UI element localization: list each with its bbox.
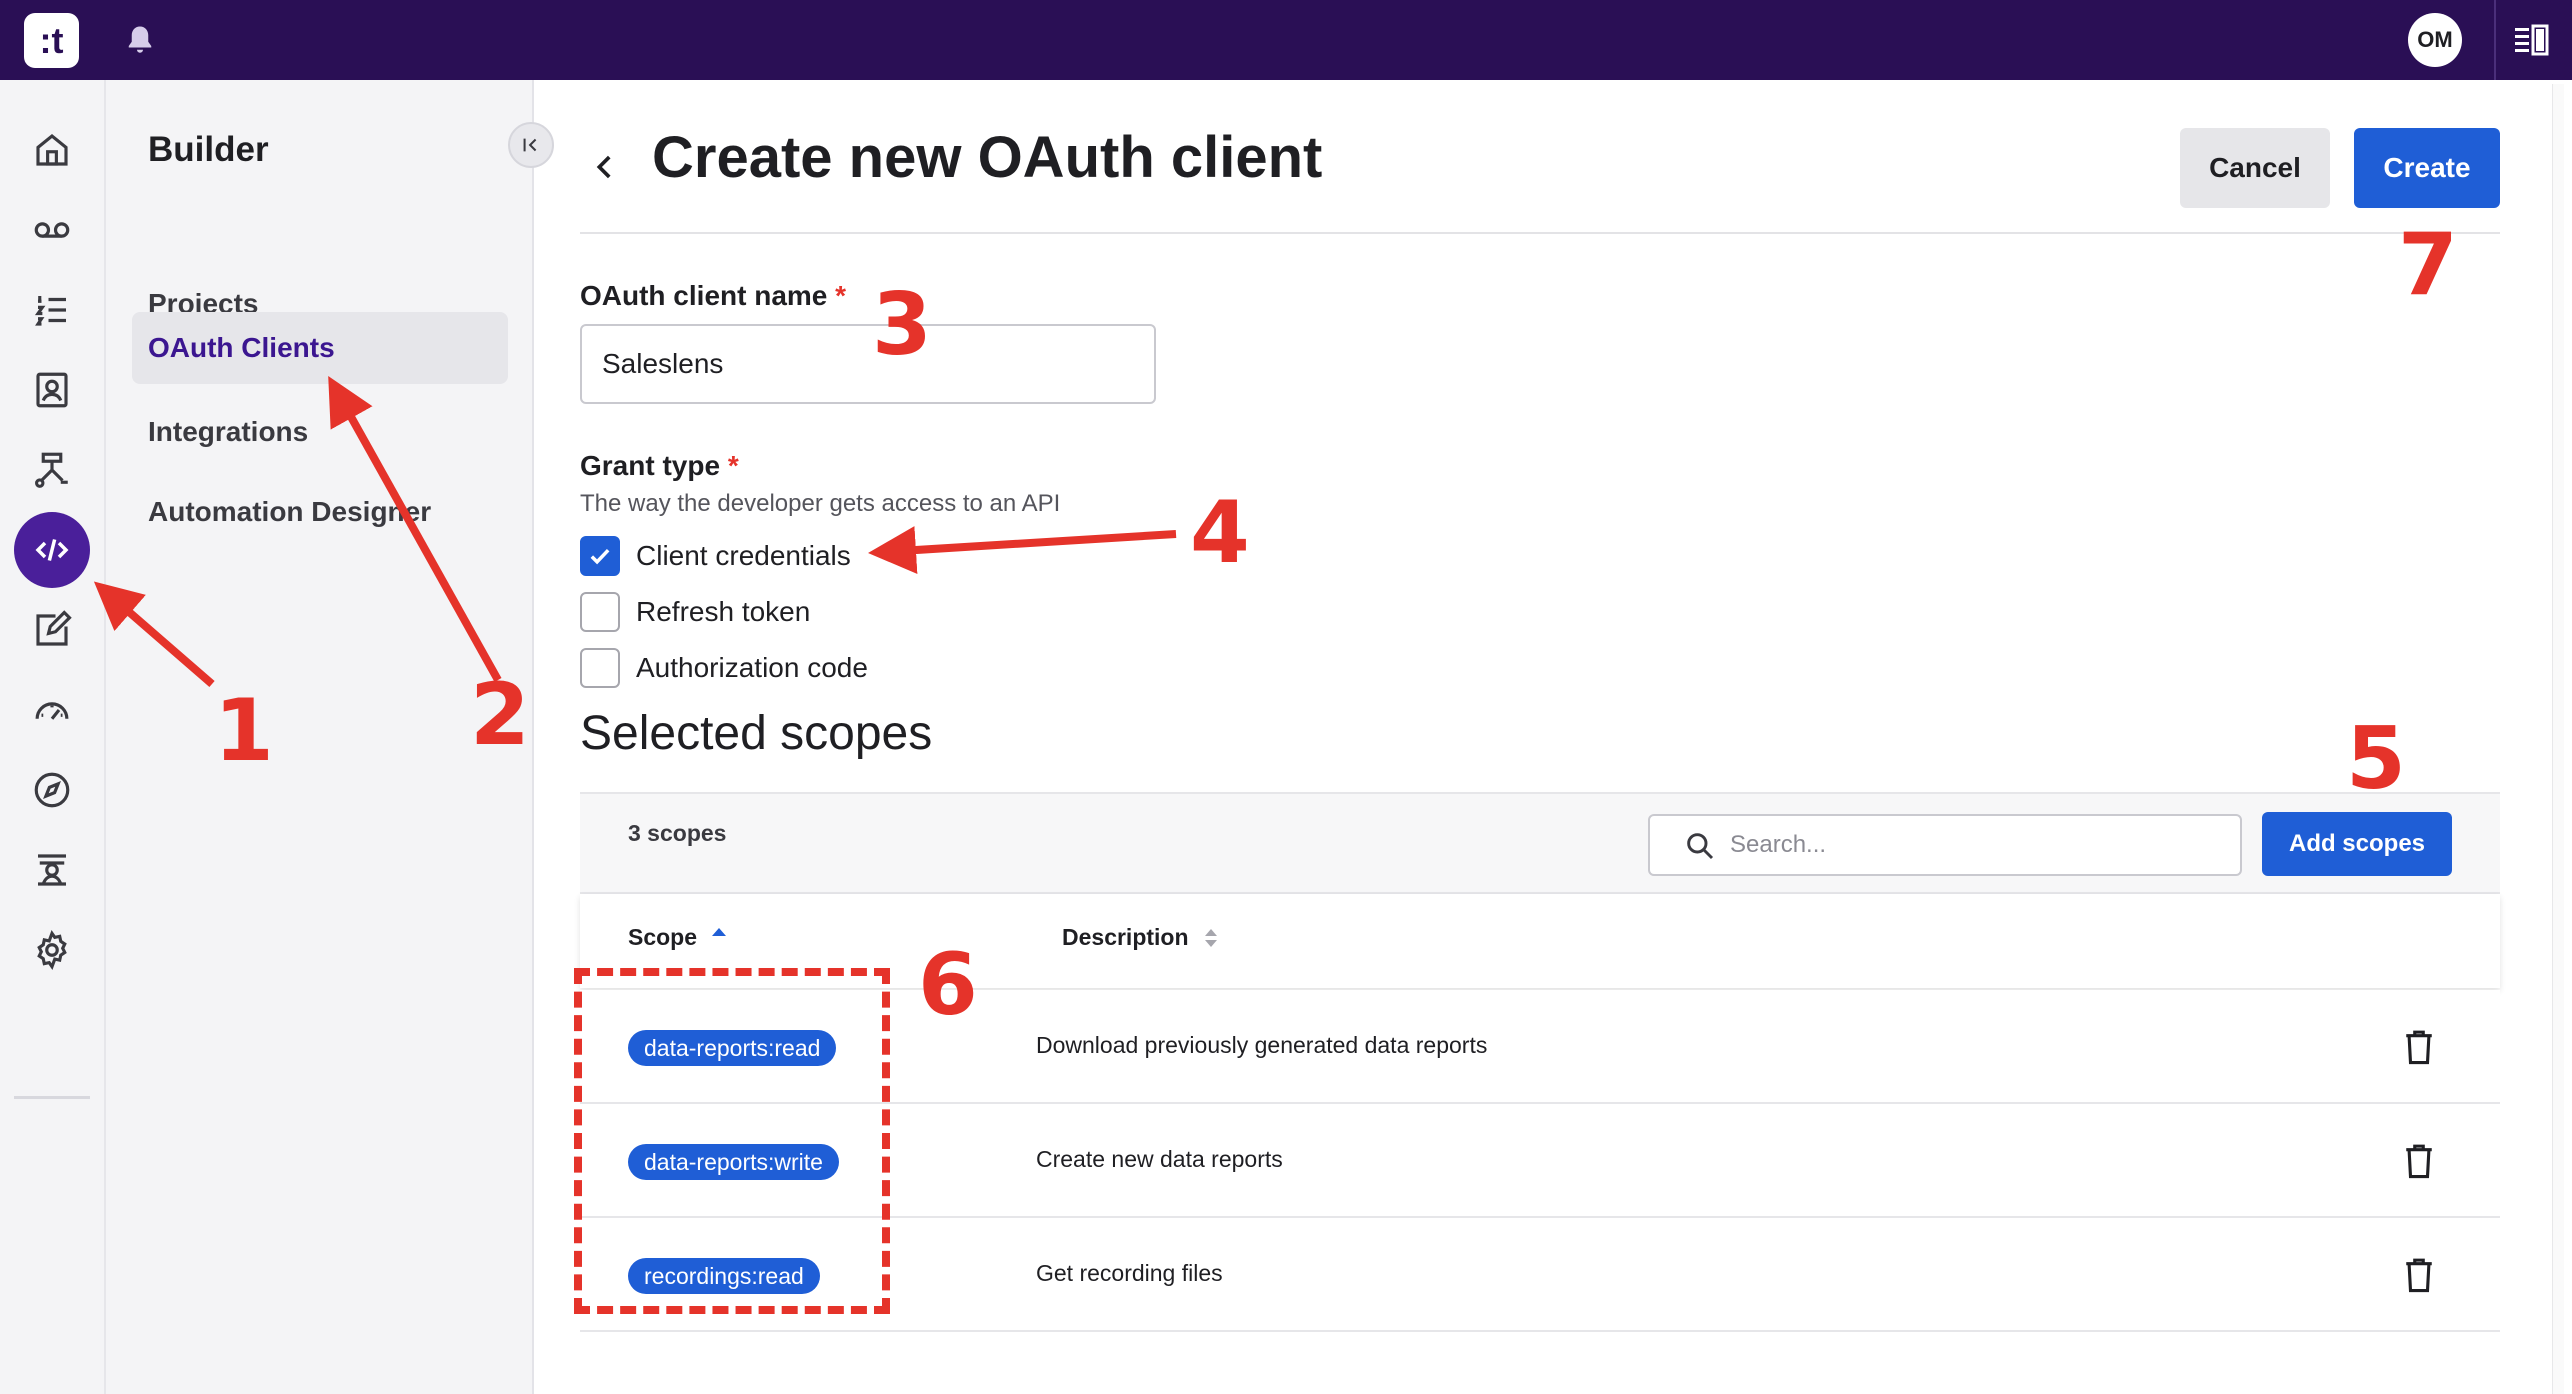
annotation-number: 5 [2346,709,2406,809]
annotation-number: 2 [470,665,530,765]
sidebar-item-label: OAuth Clients [148,332,335,363]
scope-search[interactable] [1648,814,2242,876]
rail-divider [14,1096,90,1099]
sidebar-item-label: Integrations [148,416,309,447]
nav-edit[interactable] [14,592,90,668]
create-button[interactable]: Create [2354,128,2500,208]
annotation-dashed-box [574,968,890,1314]
edit-icon [36,610,72,646]
agent-icon [38,854,66,886]
nav-agents[interactable] [14,832,90,908]
checkbox-checked[interactable] [580,536,620,576]
back-chevron-icon[interactable] [588,150,622,184]
page-scrollbar[interactable] [2552,84,2564,1394]
annotation-number: 6 [918,935,978,1035]
scope-description: Create new data reports [1036,1146,1283,1172]
grant-option-label: Refresh token [636,596,811,627]
nav-settings[interactable] [14,912,90,988]
scope-description: Download previously generated data repor… [1036,1032,1488,1058]
side-panel-toggle-icon[interactable] [2513,23,2549,57]
collapse-icon [523,138,537,152]
sidebar-title: Builder [148,130,269,169]
sidebar-item-integrations[interactable]: Integrations [132,396,508,468]
grant-type-label-text: Grant type [580,450,721,481]
column-header-description[interactable]: Description [1062,924,1219,951]
sort-icon [1204,928,1217,947]
nav-list[interactable] [14,272,90,348]
search-icon [1687,833,1714,860]
client-name-label-text: OAuth client name [580,280,828,311]
annotation-number: 7 [2398,215,2458,315]
grant-option-label: Client credentials [636,540,851,571]
sidebar-item-automation-designer[interactable]: Automation Designer [132,476,508,548]
nav-developer[interactable] [14,512,90,588]
nav-explore[interactable] [14,752,90,828]
settings-icon [37,930,67,970]
annotation-number: 4 [1190,483,1250,583]
column-header-scope[interactable]: Scope [628,924,727,951]
nav-dashboard[interactable] [14,672,90,748]
header-divider [580,232,2500,234]
flow-icon [35,452,68,488]
voicemail-icon [34,222,70,238]
compass-icon [34,772,70,808]
trash-icon[interactable] [2402,1028,2436,1066]
scope-description: Get recording files [1036,1260,1223,1286]
grant-option-client-credentials[interactable]: Client credentials [580,536,851,576]
column-header-label: Scope [628,924,698,950]
cancel-button[interactable]: Cancel [2180,128,2330,208]
trash-icon[interactable] [2402,1256,2436,1294]
collapse-sidebar-button[interactable] [508,122,554,168]
app-logo[interactable]: :t [24,13,79,68]
search-input[interactable] [1730,824,2220,866]
grant-option-authorization-code[interactable]: Authorization code [580,648,868,688]
nav-flows[interactable] [14,432,90,508]
grant-type-help: The way the developer gets access to an … [580,490,1061,517]
top-bar: :t OM [0,0,2572,80]
page-title: Create new OAuth client [652,125,1323,190]
client-name-label: OAuth client name * [580,280,846,312]
sidebar-item-label: Automation Designer [148,496,432,527]
nav-voicemail[interactable] [14,192,90,268]
nav-home[interactable] [14,112,90,188]
sidebar-item-oauth-clients[interactable]: OAuth Clients [132,312,508,384]
nav-contacts[interactable] [14,352,90,428]
grant-type-label: Grant type * [580,450,739,482]
annotation-arrow-4 [868,526,1177,574]
dashboard-icon [35,702,69,720]
user-avatar[interactable]: OM [2408,13,2462,67]
checkmark-icon [590,548,610,565]
scopes-toolbar: 3 scopes Add scopes [580,792,2500,894]
list-icon [34,296,66,326]
client-name-input[interactable] [580,324,1156,404]
column-header-label: Description [1062,924,1189,950]
scope-count: 3 scopes [628,820,727,846]
checkbox[interactable] [580,648,620,688]
bell-icon[interactable] [122,22,158,58]
contacts-icon [36,372,68,408]
sort-ascending-icon [712,927,727,936]
icon-rail [0,80,106,1394]
required-mark: * [835,280,847,311]
selected-scopes-title: Selected scopes [580,707,933,760]
add-scopes-button[interactable]: Add scopes [2262,812,2452,876]
annotation-number: 1 [214,681,274,781]
grant-option-refresh-token[interactable]: Refresh token [580,592,810,632]
topbar-divider [2494,0,2496,80]
trash-icon[interactable] [2402,1142,2436,1180]
home-icon [36,133,68,166]
grant-option-label: Authorization code [636,652,868,683]
checkbox[interactable] [580,592,620,632]
annotation-number: 3 [872,275,932,375]
required-mark: * [727,450,739,481]
code-icon [35,539,69,561]
